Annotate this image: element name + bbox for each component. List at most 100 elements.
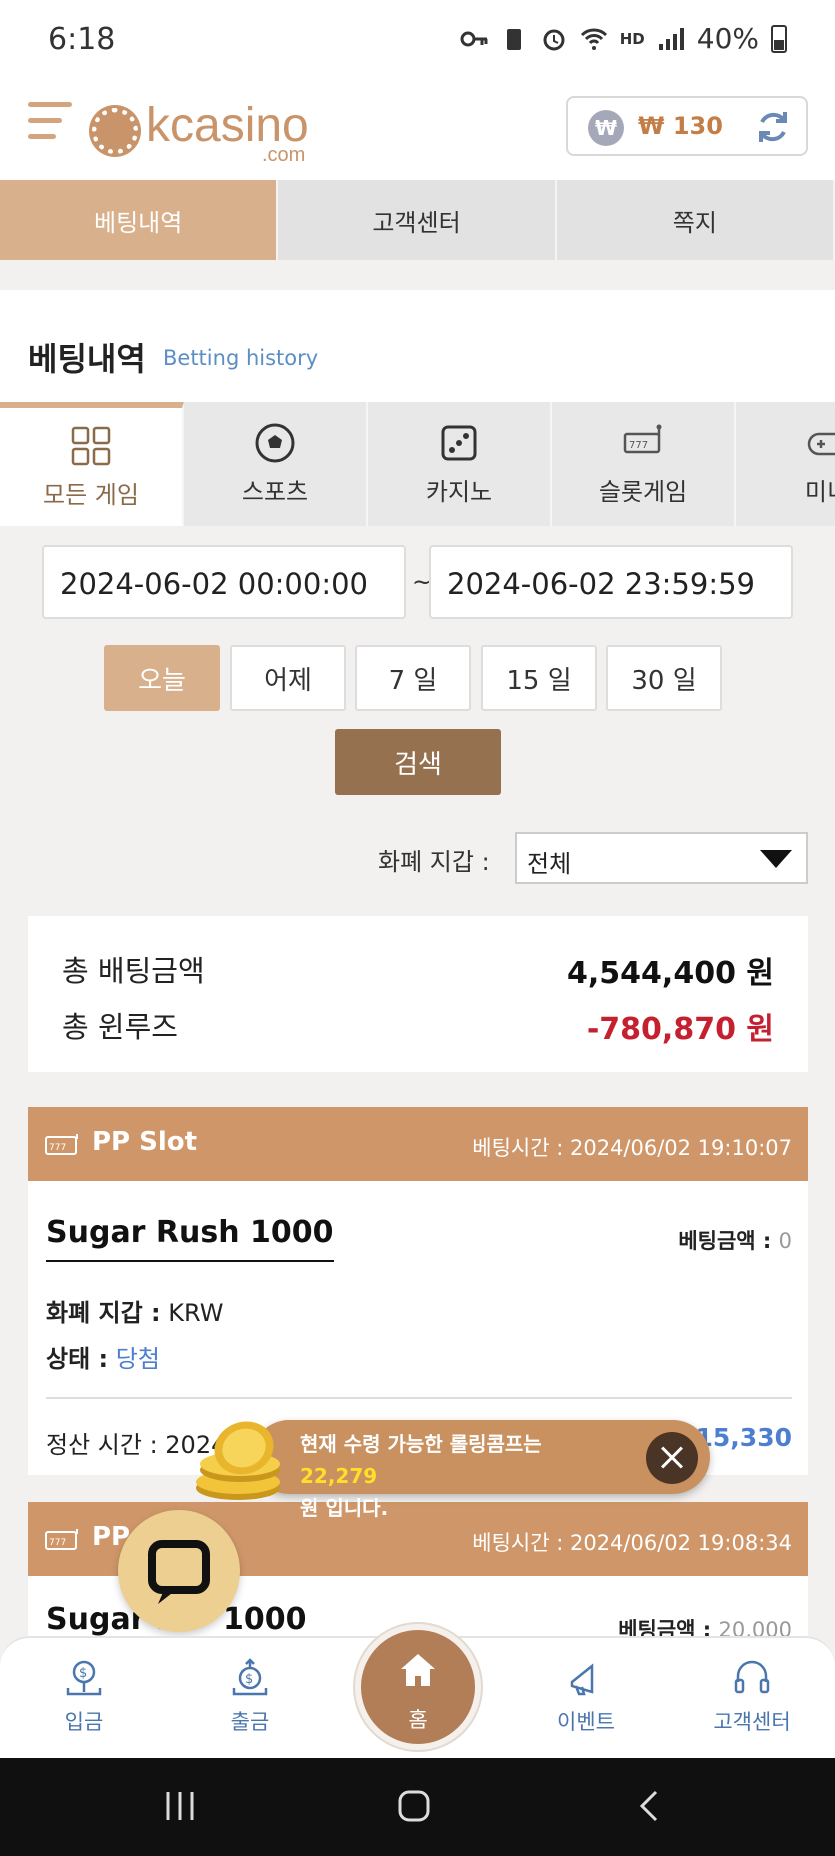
status-time: 6:18 xyxy=(48,22,116,57)
recent-apps-icon[interactable] xyxy=(162,1788,198,1824)
grid-icon xyxy=(71,426,111,465)
bet-amount: 베팅금액 : 0 xyxy=(678,1229,792,1253)
tab-casino-label: 카지노 xyxy=(425,477,493,506)
nav-event[interactable]: 이벤트 xyxy=(526,1658,646,1736)
wallet-amount: ₩ 130 xyxy=(638,112,723,140)
nav-withdraw[interactable]: $ 출금 xyxy=(190,1658,310,1736)
network-type: HD xyxy=(619,29,645,48)
currency-wallet-value: 전체 xyxy=(527,850,572,878)
home-icon xyxy=(401,1654,435,1686)
bet-currency-value: KRW xyxy=(168,1299,224,1327)
slot-machine-icon: 777 xyxy=(45,1529,78,1550)
signal-icon xyxy=(658,27,684,50)
nav-withdraw-label: 출금 xyxy=(230,1710,270,1734)
soccer-ball-icon xyxy=(255,423,295,462)
wifi-icon xyxy=(580,28,607,50)
top-tabs: 베팅내역 고객센터 쪽지 xyxy=(0,180,835,260)
total-winloss-label: 총 윈루즈 xyxy=(62,1010,178,1044)
svg-text:777: 777 xyxy=(49,1538,66,1548)
key-icon xyxy=(460,31,488,46)
slot-machine-icon: 777 xyxy=(45,1134,78,1155)
app-header: kcasino .com ₩ ₩ 130 xyxy=(0,82,835,180)
tab-casino[interactable]: 카지노 xyxy=(368,402,552,526)
page-title-bar: 베팅내역 Betting history xyxy=(0,290,835,402)
page-subtitle: Betting history xyxy=(163,346,319,370)
total-winloss-value: -780,870 원 xyxy=(586,1012,774,1047)
bet-amount-value: 0 xyxy=(778,1229,792,1253)
tab-all-games[interactable]: 모든 게임 xyxy=(0,402,184,526)
svg-text:777: 777 xyxy=(629,440,648,451)
won-icon: ₩ xyxy=(588,110,624,146)
15-days-button[interactable]: 15 일 xyxy=(481,645,597,711)
search-button[interactable]: 검색 xyxy=(335,729,501,795)
7-days-button[interactable]: 7 일 xyxy=(355,645,471,711)
tab-sports[interactable]: 스포츠 xyxy=(184,402,368,526)
totals-summary: 총 배팅금액 4,544,400 원 총 윈루즈 -780,870 원 xyxy=(28,916,808,1072)
battery-percent: 40% xyxy=(696,22,759,55)
bet-status: 상태 : 당첨 xyxy=(46,1345,160,1373)
alarm-icon xyxy=(543,29,565,50)
dice-icon xyxy=(441,425,477,460)
yesterday-button[interactable]: 어제 xyxy=(230,645,346,711)
today-button[interactable]: 오늘 xyxy=(104,645,220,711)
bet-game-title: Sugar Rush 1000 xyxy=(46,1215,334,1262)
slot-machine-icon: 777 xyxy=(623,424,662,453)
tab-mini[interactable]: 미니 xyxy=(736,402,835,526)
nav-support[interactable]: 고객센터 xyxy=(692,1658,812,1736)
tab-slots-label: 슬롯게임 xyxy=(598,477,688,506)
30-days-button[interactable]: 30 일 xyxy=(606,645,722,711)
gamepad-icon xyxy=(807,432,835,455)
nav-support-label: 고객센터 xyxy=(713,1710,791,1734)
currency-wallet-label: 화폐 지갑 : xyxy=(378,848,490,876)
headset-icon xyxy=(734,1660,770,1694)
refresh-icon[interactable] xyxy=(754,108,792,146)
wallet-balance[interactable]: ₩ ₩ 130 xyxy=(566,96,808,156)
tab-sports-label: 스포츠 xyxy=(241,477,309,506)
start-date-input[interactable]: 2024-06-02 00:00:00 xyxy=(42,545,406,619)
end-date-input[interactable]: 2024-06-02 23:59:59 xyxy=(429,545,793,619)
dropdown-arrow-icon xyxy=(760,850,792,868)
game-category-tabs: 모든 게임 스포츠 카지노 777 슬롯게임 미니 xyxy=(0,402,835,526)
total-bet-value: 4,544,400 원 xyxy=(567,956,774,991)
nav-deposit-label: 입금 xyxy=(64,1710,104,1734)
bet-time: 베팅시간 : 2024/06/02 19:08:34 xyxy=(472,1531,792,1555)
back-icon[interactable] xyxy=(632,1788,668,1824)
logo-domain: .com xyxy=(262,144,306,166)
gold-coins-icon xyxy=(196,1421,280,1500)
bet-status-value: 당첨 xyxy=(115,1345,160,1373)
svg-text:$: $ xyxy=(79,1666,87,1681)
recycle-battery-icon xyxy=(506,28,521,50)
battery-icon xyxy=(771,24,787,53)
toast-message: 현재 수령 가능한 롤링콤프는 22,279 원 입니다. xyxy=(300,1432,542,1520)
megaphone-icon xyxy=(570,1663,594,1696)
chat-button[interactable] xyxy=(118,1510,240,1632)
tab-messages[interactable]: 쪽지 xyxy=(556,180,835,260)
tab-slots[interactable]: 777 슬롯게임 xyxy=(552,402,736,526)
close-icon[interactable] xyxy=(646,1432,698,1484)
svg-text:777: 777 xyxy=(49,1143,66,1153)
menu-icon[interactable] xyxy=(28,102,72,146)
status-bar: 6:18 HD 40% xyxy=(0,0,835,82)
total-bet-label: 총 배팅금액 xyxy=(62,954,205,988)
bet-provider: PP Slot xyxy=(92,1127,198,1157)
bet-time: 베팅시간 : 2024/06/02 19:10:07 xyxy=(472,1136,792,1160)
bet-card-header: 777 PP Slot 베팅시간 : 2024/06/02 19:10:07 xyxy=(28,1107,808,1181)
nav-home[interactable]: 홈 xyxy=(355,1606,481,1750)
deposit-icon: $ xyxy=(66,1660,102,1696)
page-title: 베팅내역 xyxy=(28,340,146,378)
bet-currency: 화폐 지갑 : KRW xyxy=(46,1299,224,1327)
status-icons: HD 40% xyxy=(460,22,787,55)
system-nav-bar xyxy=(0,1758,835,1856)
currency-wallet-select[interactable]: 전체 xyxy=(515,832,808,884)
withdraw-icon: $ xyxy=(232,1658,268,1696)
rolling-comp-toast[interactable]: 현재 수령 가능한 롤링콤프는 22,279 원 입니다. xyxy=(252,1420,710,1520)
casino-chip-icon xyxy=(92,108,138,154)
nav-home-label: 홈 xyxy=(408,1708,428,1732)
tab-customer-center[interactable]: 고객센터 xyxy=(278,180,557,260)
home-system-icon[interactable] xyxy=(396,1788,432,1824)
tab-betting-history[interactable]: 베팅내역 xyxy=(0,180,279,260)
svg-text:$: $ xyxy=(245,1672,253,1687)
nav-deposit[interactable]: $ 입금 xyxy=(24,1658,144,1736)
logo[interactable]: kcasino .com xyxy=(92,94,332,166)
toast-amount: 22,279 xyxy=(300,1464,378,1488)
